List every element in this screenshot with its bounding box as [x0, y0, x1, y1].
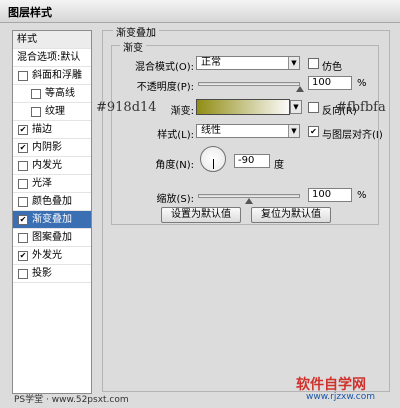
- sidebar-item-1[interactable]: 等高线: [13, 85, 91, 103]
- opacity-slider-thumb[interactable]: [296, 86, 304, 92]
- reverse-checkbox[interactable]: [308, 102, 319, 113]
- sidebar-item-6[interactable]: 光泽: [13, 175, 91, 193]
- sidebar-item-label: 颜色叠加: [32, 196, 72, 207]
- opacity-unit: %: [357, 78, 367, 89]
- sidebar-item-8[interactable]: ✔ 渐变叠加: [13, 211, 91, 229]
- sidebar-item-label: 外发光: [32, 250, 62, 261]
- sidebar-item-7[interactable]: 颜色叠加: [13, 193, 91, 211]
- dither-label: 仿色: [322, 62, 342, 73]
- style-label: 样式(L):: [157, 130, 194, 141]
- angle-label: 角度(N):: [155, 160, 194, 171]
- sidebar-item-9[interactable]: 图案叠加: [13, 229, 91, 247]
- scale-label: 缩放(S):: [156, 194, 194, 205]
- opacity-slider[interactable]: [198, 82, 300, 86]
- sidebar-checkbox[interactable]: [18, 179, 28, 189]
- angle-dial[interactable]: [200, 146, 226, 172]
- sidebar-checkbox[interactable]: ✔: [18, 215, 28, 225]
- sidebar-checkbox[interactable]: ✔: [18, 125, 28, 135]
- watermark-psxt: PS学堂 · www.52psxt.com: [14, 395, 129, 405]
- blend-mode-value: 正常: [201, 57, 221, 68]
- sidebar-item-label: 描边: [32, 124, 52, 135]
- sidebar-item-3[interactable]: ✔ 描边: [13, 121, 91, 139]
- sidebar-item-label: 斜面和浮雕: [32, 70, 82, 81]
- watermark-url: www.rjzxw.com: [306, 392, 375, 402]
- styles-sidebar: 样式 混合选项:默认 斜面和浮雕等高线纹理 ✔ 描边 ✔ 内阴影内发光光泽颜色叠加 ✔ 渐变…: [12, 30, 92, 394]
- sidebar-checkbox[interactable]: [18, 233, 28, 243]
- dither-checkbox[interactable]: [308, 58, 319, 69]
- sidebar-item-2[interactable]: 纹理: [13, 103, 91, 121]
- gradient-picker-dropdown[interactable]: ▼: [290, 100, 302, 114]
- gradient-swatch[interactable]: [196, 99, 290, 115]
- sidebar-item-label: 内发光: [32, 160, 62, 171]
- sidebar-item-label: 图案叠加: [32, 232, 72, 243]
- sidebar-item-0[interactable]: 斜面和浮雕: [13, 67, 91, 85]
- panel-title: 渐变叠加: [113, 24, 159, 39]
- group-title: 渐变: [120, 39, 146, 54]
- gradient-group: 渐变 混合模式(O): 正常 ▼ 仿色 不透明度(P): 100 % 渐变: ▼…: [111, 39, 383, 225]
- sidebar-item-10[interactable]: ✔ 外发光: [13, 247, 91, 265]
- sidebar-item-11[interactable]: 投影: [13, 265, 91, 283]
- align-with-layer-checkbox[interactable]: ✔: [308, 126, 319, 137]
- blend-mode-select[interactable]: 正常 ▼: [196, 56, 300, 70]
- scale-slider-thumb[interactable]: [245, 198, 253, 204]
- sidebar-item-blend-options[interactable]: 混合选项:默认: [13, 49, 91, 67]
- angle-input[interactable]: -90: [234, 154, 270, 168]
- angle-unit: 度: [274, 160, 284, 171]
- watermark-brand: 软件自学网: [296, 377, 366, 393]
- align-with-layer-label: 与图层对齐(I): [322, 130, 383, 141]
- opacity-label: 不透明度(P):: [136, 82, 194, 93]
- chevron-down-icon: ▼: [288, 125, 299, 137]
- blend-mode-label: 混合模式(O):: [134, 62, 194, 73]
- sidebar-item-5[interactable]: 内发光: [13, 157, 91, 175]
- gradient-overlay-panel: 渐变叠加 渐变 混合模式(O): 正常 ▼ 仿色 不透明度(P): 100 % …: [102, 24, 390, 392]
- sidebar-header-styles[interactable]: 样式: [13, 31, 91, 49]
- sidebar-item-label: 内阴影: [32, 142, 62, 153]
- sidebar-checkbox[interactable]: [18, 71, 28, 81]
- angle-needle: [213, 159, 214, 169]
- sidebar-item-label: 渐变叠加: [32, 214, 72, 225]
- sidebar-checkbox[interactable]: [18, 197, 28, 207]
- opacity-input[interactable]: 100: [308, 76, 352, 90]
- sidebar-item-label: 光泽: [32, 178, 52, 189]
- sidebar-checkbox[interactable]: ✔: [18, 143, 28, 153]
- scale-input[interactable]: 100: [308, 188, 352, 202]
- sidebar-item-label: 纹理: [45, 106, 65, 117]
- sidebar-item-label: 等高线: [45, 88, 75, 99]
- sidebar-item-4[interactable]: ✔ 内阴影: [13, 139, 91, 157]
- sidebar-checkbox[interactable]: [31, 107, 41, 117]
- reset-default-button[interactable]: 复位为默认值: [251, 207, 331, 223]
- scale-unit: %: [357, 190, 367, 201]
- sidebar-checkbox[interactable]: ✔: [18, 251, 28, 261]
- annotation-end-color: #fbfbfa: [336, 100, 386, 115]
- style-select[interactable]: 线性 ▼: [196, 124, 300, 138]
- chevron-down-icon: ▼: [288, 57, 299, 69]
- set-default-button[interactable]: 设置为默认值: [161, 207, 241, 223]
- sidebar-item-label: 投影: [32, 268, 52, 279]
- sidebar-checkbox[interactable]: [18, 161, 28, 171]
- sidebar-checkbox[interactable]: [18, 269, 28, 279]
- dialog-titlebar: 图层样式: [0, 0, 400, 23]
- style-value: 线性: [201, 125, 221, 136]
- dialog-title: 图层样式: [8, 6, 52, 19]
- sidebar-checkbox[interactable]: [31, 89, 41, 99]
- chevron-down-icon: ▼: [291, 101, 301, 113]
- annotation-start-color: #918d14: [96, 100, 157, 115]
